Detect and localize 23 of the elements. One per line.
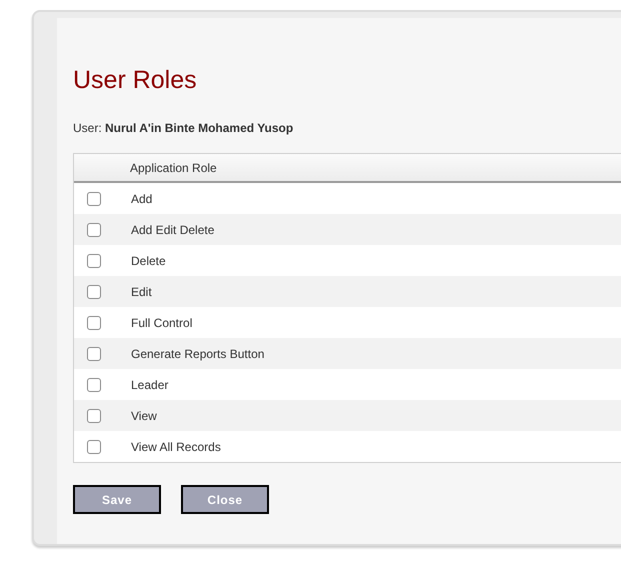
page-title: User Roles <box>73 65 198 95</box>
role-name: Add <box>131 192 152 206</box>
checkbox[interactable] <box>87 222 101 236</box>
checkbox[interactable] <box>87 284 101 298</box>
role-name: Generate Reports Button <box>131 346 264 360</box>
role-name: View <box>131 408 157 422</box>
checkbox[interactable] <box>87 254 101 268</box>
role-name: Delete <box>131 254 166 268</box>
action-button[interactable]: Close <box>181 485 269 514</box>
role-name: Full Control <box>131 316 192 330</box>
checkbox[interactable] <box>87 408 101 422</box>
action-button[interactable]: Save <box>73 485 161 514</box>
role-name: View All Records <box>131 440 221 454</box>
checkbox[interactable] <box>87 440 101 454</box>
role-name: Edit <box>131 284 152 298</box>
column-header: Application Role <box>130 160 217 174</box>
checkbox[interactable] <box>87 192 101 206</box>
role-name: Leader <box>131 378 168 392</box>
user-line: User: Nurul A'in Binte Mohamed Yusop <box>73 121 294 137</box>
role-name: Add Edit Delete <box>131 222 214 236</box>
checkbox[interactable] <box>87 346 101 360</box>
checkbox[interactable] <box>87 378 101 392</box>
checkbox[interactable] <box>87 316 101 330</box>
